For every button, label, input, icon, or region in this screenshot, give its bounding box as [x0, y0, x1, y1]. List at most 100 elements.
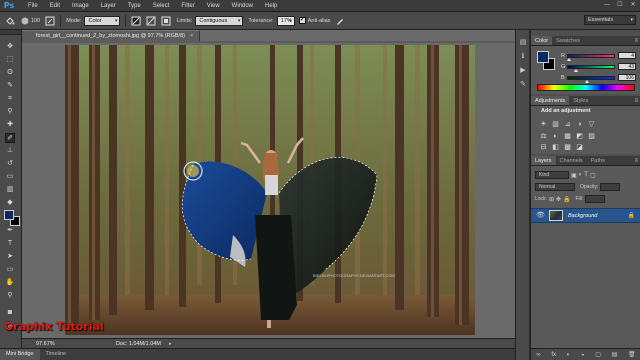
vibrance-icon[interactable]: ▽: [587, 120, 596, 129]
blue-slider-thumb[interactable]: [585, 79, 590, 83]
red-slider-thumb[interactable]: [566, 57, 571, 61]
brush-panel-icon[interactable]: ✎: [518, 80, 528, 90]
move-tool-icon[interactable]: ✥: [5, 42, 15, 52]
tolerance-field[interactable]: 17%: [276, 15, 295, 26]
sample-all-icon[interactable]: [130, 15, 141, 26]
foreground-color-swatch[interactable]: [4, 210, 14, 220]
gradient-tool-icon[interactable]: ▥: [5, 185, 15, 195]
delete-layer-icon[interactable]: 🗑: [628, 351, 636, 358]
brush-preset-icon[interactable]: [19, 15, 30, 26]
opacity-field[interactable]: [600, 183, 621, 191]
panel-menu-icon[interactable]: ≡: [634, 36, 638, 46]
add-mask-icon[interactable]: ◐: [567, 352, 571, 358]
menu-select[interactable]: Select: [147, 0, 176, 12]
tools-panel-grip[interactable]: [0, 30, 21, 35]
close-tab-icon[interactable]: ×: [190, 33, 193, 39]
visibility-eye-icon[interactable]: 👁: [536, 211, 545, 220]
document-tab[interactable]: forest_girl__continued_2_by_ztomoshi.jpg…: [22, 30, 201, 41]
menu-filter[interactable]: Filter: [175, 0, 200, 12]
pressure-icon[interactable]: [334, 15, 345, 26]
zoom-level[interactable]: 97.67%: [36, 341, 66, 347]
panel-menu-icon[interactable]: ≡: [634, 96, 638, 106]
color-balance-icon[interactable]: ⚖: [539, 132, 548, 141]
limits-select[interactable]: Contiguous: [195, 15, 244, 26]
green-value-field[interactable]: 43: [618, 63, 636, 70]
lock-pixels-icon[interactable]: ⊞: [549, 196, 554, 203]
filter-type-icon[interactable]: T: [584, 172, 588, 178]
properties-panel-icon[interactable]: ℹ: [518, 52, 528, 62]
rectangle-tool-icon[interactable]: ▭: [5, 265, 15, 275]
filter-pixel-icon[interactable]: ▣: [571, 172, 577, 179]
menu-window[interactable]: Window: [226, 0, 259, 12]
tab-mini-bridge[interactable]: Mini Bridge: [0, 349, 40, 360]
color-spectrum-bar[interactable]: [537, 84, 635, 91]
tab-styles[interactable]: Styles: [569, 96, 592, 105]
brightness-icon[interactable]: ☀: [539, 120, 548, 129]
menu-file[interactable]: File: [22, 0, 44, 12]
green-slider-thumb[interactable]: [573, 68, 578, 72]
tab-paths[interactable]: Paths: [587, 156, 609, 165]
hand-tool-icon[interactable]: ✋: [5, 278, 15, 288]
tab-channels[interactable]: Channels: [556, 156, 587, 165]
filter-shape-icon[interactable]: ▢: [590, 172, 596, 179]
crop-tool-icon[interactable]: ⌗: [5, 94, 15, 104]
new-layer-icon[interactable]: ▤: [612, 351, 618, 358]
posterize-icon[interactable]: ◧: [551, 143, 560, 152]
color-replacement-tool-icon[interactable]: ✐: [5, 133, 15, 143]
menu-edit[interactable]: Edit: [44, 0, 66, 12]
history-panel-icon[interactable]: ▤: [518, 38, 528, 48]
panel-menu-icon[interactable]: ≡: [634, 156, 638, 166]
mode-select[interactable]: Color: [84, 15, 121, 26]
green-slider[interactable]: [567, 64, 615, 72]
menu-image[interactable]: Image: [66, 0, 95, 12]
status-menu-arrow-icon[interactable]: ▸: [169, 341, 172, 347]
tab-layers[interactable]: Layers: [531, 156, 556, 165]
curves-icon[interactable]: ⊿: [563, 120, 572, 129]
menu-help[interactable]: Help: [259, 0, 283, 12]
blue-value-field[interactable]: 106: [618, 74, 636, 81]
eyedropper-tool-icon[interactable]: ⚲: [5, 107, 15, 117]
link-layers-icon[interactable]: ∞: [536, 352, 540, 358]
fill-field[interactable]: [585, 195, 606, 203]
red-slider[interactable]: [566, 53, 615, 61]
red-value-field[interactable]: 4: [618, 52, 636, 59]
eraser-tool-icon[interactable]: ▭: [5, 172, 15, 182]
new-group-icon[interactable]: ▢: [595, 351, 601, 358]
zoom-tool-icon[interactable]: ⚲: [5, 291, 15, 301]
threshold-icon[interactable]: ▩: [563, 143, 572, 152]
blue-slider[interactable]: [567, 75, 615, 83]
antialias-checkbox[interactable]: [298, 15, 306, 24]
tab-color[interactable]: Color: [531, 36, 553, 45]
lasso-tool-icon[interactable]: ʘ: [5, 68, 15, 78]
exposure-icon[interactable]: ◑: [575, 120, 584, 129]
gradient-map-icon[interactable]: ◪: [575, 143, 584, 152]
filter-adjust-icon[interactable]: ◐: [579, 172, 583, 178]
close-icon[interactable]: ✕: [628, 1, 638, 9]
photo-filter-icon[interactable]: ▦: [563, 132, 572, 141]
actions-panel-icon[interactable]: ▶: [518, 66, 528, 76]
image-canvas[interactable]: BIELSKIPHOTOGRAPHY.DEVIANTART.COM: [65, 45, 475, 335]
lock-position-icon[interactable]: ✥: [556, 196, 561, 203]
menu-view[interactable]: View: [201, 0, 226, 12]
black-white-icon[interactable]: ◐: [551, 132, 560, 141]
lock-all-icon[interactable]: 🔒: [563, 196, 570, 203]
channel-mixer-icon[interactable]: ◩: [575, 132, 584, 141]
paint-bucket-tool-icon[interactable]: [4, 15, 15, 26]
layer-style-icon[interactable]: fx: [551, 352, 556, 358]
quick-mask-icon[interactable]: ◙: [5, 308, 15, 318]
foreground-color-swatch[interactable]: [537, 51, 549, 63]
quick-select-tool-icon[interactable]: ✎: [5, 81, 15, 91]
levels-icon[interactable]: ▥: [551, 120, 560, 129]
brush-panel-icon[interactable]: [44, 15, 55, 26]
sample-swatch-icon[interactable]: [160, 15, 171, 26]
layer-filter-select[interactable]: Kind: [535, 171, 569, 179]
tab-swatches[interactable]: Swatches: [552, 36, 584, 45]
blur-tool-icon[interactable]: ◆: [5, 198, 15, 208]
path-selection-tool-icon[interactable]: ➤: [5, 252, 15, 262]
menu-type[interactable]: Type: [122, 0, 147, 12]
tab-adjustments[interactable]: Adjustments: [531, 96, 570, 105]
sample-once-icon[interactable]: [145, 15, 156, 26]
menu-layer[interactable]: Layer: [95, 0, 122, 12]
layer-item-background[interactable]: 👁 Background 🔒: [531, 208, 640, 223]
maximize-icon[interactable]: ☐: [615, 1, 625, 9]
